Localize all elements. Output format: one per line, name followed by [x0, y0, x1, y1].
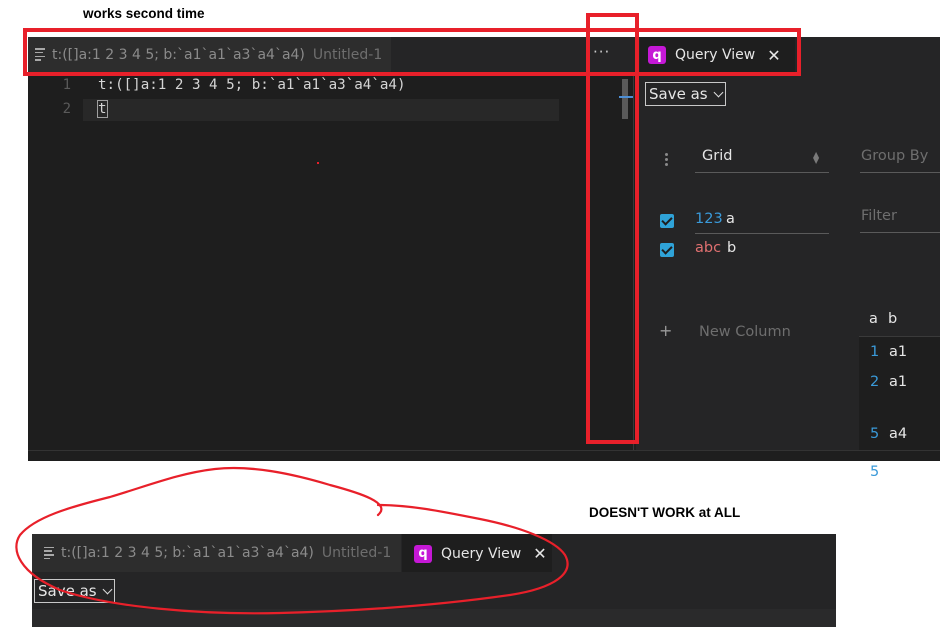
line-number: 2: [62, 101, 71, 117]
column-type-number: 123: [695, 211, 723, 227]
annotation-freehand-circle: [15, 466, 569, 615]
column-type-string: abc: [695, 240, 722, 256]
grid-header-b[interactable]: b: [888, 311, 897, 327]
chevron-down-icon: [713, 87, 724, 97]
view-type-select[interactable]: Grid ▲ ▼: [695, 145, 829, 173]
view-type-value: Grid: [702, 148, 733, 164]
grid-header-a[interactable]: a: [869, 311, 878, 327]
group-by-input[interactable]: Group By: [860, 145, 940, 173]
save-as-button[interactable]: Save as: [645, 82, 726, 106]
save-as-label: Save as: [649, 85, 708, 103]
current-line-highlight: [83, 99, 559, 121]
grid-cell: 5: [870, 464, 880, 480]
grid-cell: a1: [889, 374, 908, 390]
new-column-placeholder[interactable]: New Column: [699, 324, 791, 340]
column-b-checkbox[interactable]: [660, 243, 674, 257]
select-arrows-icon: ▲ ▼: [813, 150, 820, 165]
add-column-icon[interactable]: +: [659, 321, 672, 340]
code-line: t: [97, 100, 108, 118]
column-name: a: [726, 211, 735, 227]
kebab-menu-icon[interactable]: [665, 153, 668, 168]
filter-input[interactable]: Filter: [860, 205, 940, 233]
grid-cell: 2: [870, 374, 880, 390]
column-a-row[interactable]: 123 a: [695, 210, 829, 234]
caption-top: works second time: [83, 6, 205, 21]
code-line: t:([]a:1 2 3 4 5; b:`a1`a1`a3`a4`a4): [98, 77, 406, 93]
grid-cell: 5: [870, 426, 880, 442]
cursor-mark: [317, 162, 319, 164]
code-editor[interactable]: 1 2 t:([]a:1 2 3 4 5; b:`a1`a1`a3`a4`a4)…: [28, 72, 613, 460]
caption-bottom: DOESN'T WORK at ALL: [589, 505, 741, 520]
grid-cell: 1: [870, 344, 880, 360]
column-a-checkbox[interactable]: [660, 214, 674, 228]
grid-row-5: 5 a4: [859, 422, 940, 450]
group-by-placeholder: Group By: [861, 148, 929, 164]
grid-cell: a1: [889, 344, 908, 360]
grid-cell: a4: [889, 426, 908, 442]
annotation-rect-divider: [586, 13, 639, 444]
top-editor-window: t:([]a:1 2 3 4 5; b:`a1`a1`a3`a4`a4) Unt…: [28, 37, 940, 480]
column-name: b: [727, 240, 737, 256]
filter-placeholder: Filter: [861, 208, 897, 224]
line-number: 1: [62, 77, 71, 93]
annotation-rect-tabs: [23, 28, 801, 76]
grid-last-row: 5: [859, 392, 940, 441]
